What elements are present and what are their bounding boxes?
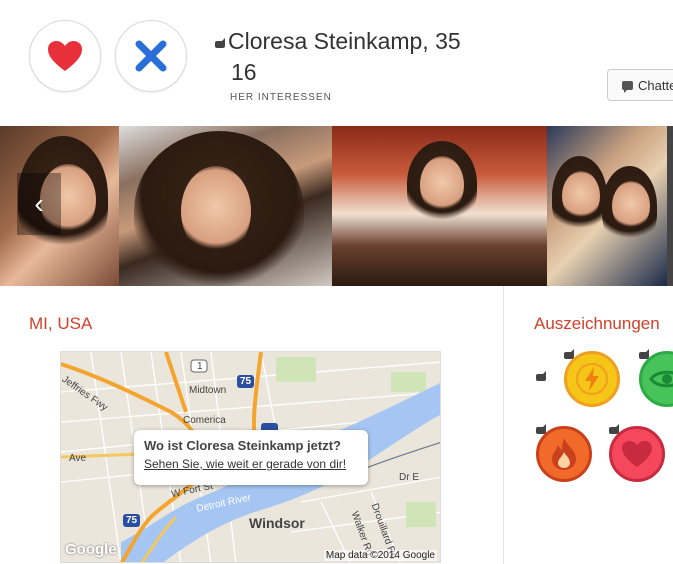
map-popup-link[interactable]: Sehen Sie, wie weit er gerade von dir! [144, 457, 358, 471]
map-popup-question: Wo ist Cloresa Steinkamp jetzt? [144, 438, 341, 453]
photo-detail [420, 156, 464, 214]
prev-photo-button[interactable]: ‹ [17, 173, 61, 235]
profile-count: 16 [231, 59, 257, 85]
profile-name-age: Cloresa Steinkamp, 35 [228, 28, 461, 54]
map-label-midtown: Midtown [189, 385, 227, 396]
photo-strip [0, 126, 673, 286]
nope-button[interactable] [115, 20, 187, 92]
photo-detail [612, 181, 650, 231]
location-title: MI, USA [29, 314, 93, 333]
column-divider [503, 286, 504, 564]
photo-detail [562, 171, 600, 221]
heart-icon [622, 440, 652, 468]
map-credit: Map data ©2014 Google [323, 550, 437, 561]
badge-flag-icon [536, 371, 546, 381]
profile-photo[interactable] [667, 126, 673, 286]
map-hwy-75: 75 [240, 376, 252, 387]
profile-photo[interactable] [332, 126, 547, 286]
chat-bubble-icon [622, 80, 633, 93]
awards-title: Auszeichnungen [534, 314, 660, 333]
profile-photo[interactable] [119, 126, 332, 286]
interests-label: HER INTERESSEN [230, 92, 332, 103]
map-hwy-1: 1 [197, 361, 203, 372]
chat-mini-icon [215, 38, 225, 48]
photo-detail [181, 166, 251, 256]
map-label-comerica: Comerica [183, 415, 226, 426]
location-map[interactable]: 1 75 75 Jeffries Fwy Midtown Comerica Av… [60, 351, 441, 563]
fire-badge[interactable] [536, 426, 592, 482]
heart-badge[interactable] [609, 426, 665, 482]
map-label-windsor: Windsor [249, 515, 305, 531]
eye-badge[interactable] [639, 351, 673, 407]
chat-button[interactable]: Chatte [607, 69, 673, 101]
eye-icon [649, 370, 673, 388]
map-label-dr-e: Dr E [399, 472, 419, 483]
like-button[interactable] [29, 20, 101, 92]
google-logo: Google [65, 541, 117, 558]
lightning-badge[interactable] [564, 351, 620, 407]
profile-header: Cloresa Steinkamp, 35 16 HER INTERESSEN … [0, 0, 673, 126]
map-label-ave: Ave [69, 453, 87, 464]
fire-icon [552, 438, 576, 470]
lightning-icon [576, 363, 608, 395]
chat-button-label: Chatte [638, 77, 673, 93]
x-icon [135, 40, 167, 72]
chevron-left-icon: ‹ [34, 188, 44, 219]
heart-icon [48, 41, 82, 71]
map-popup[interactable]: Wo ist Cloresa Steinkamp jetzt? Sehen Si… [134, 430, 368, 485]
map-hwy-75: 75 [126, 515, 138, 526]
profile-photo[interactable] [547, 126, 667, 286]
